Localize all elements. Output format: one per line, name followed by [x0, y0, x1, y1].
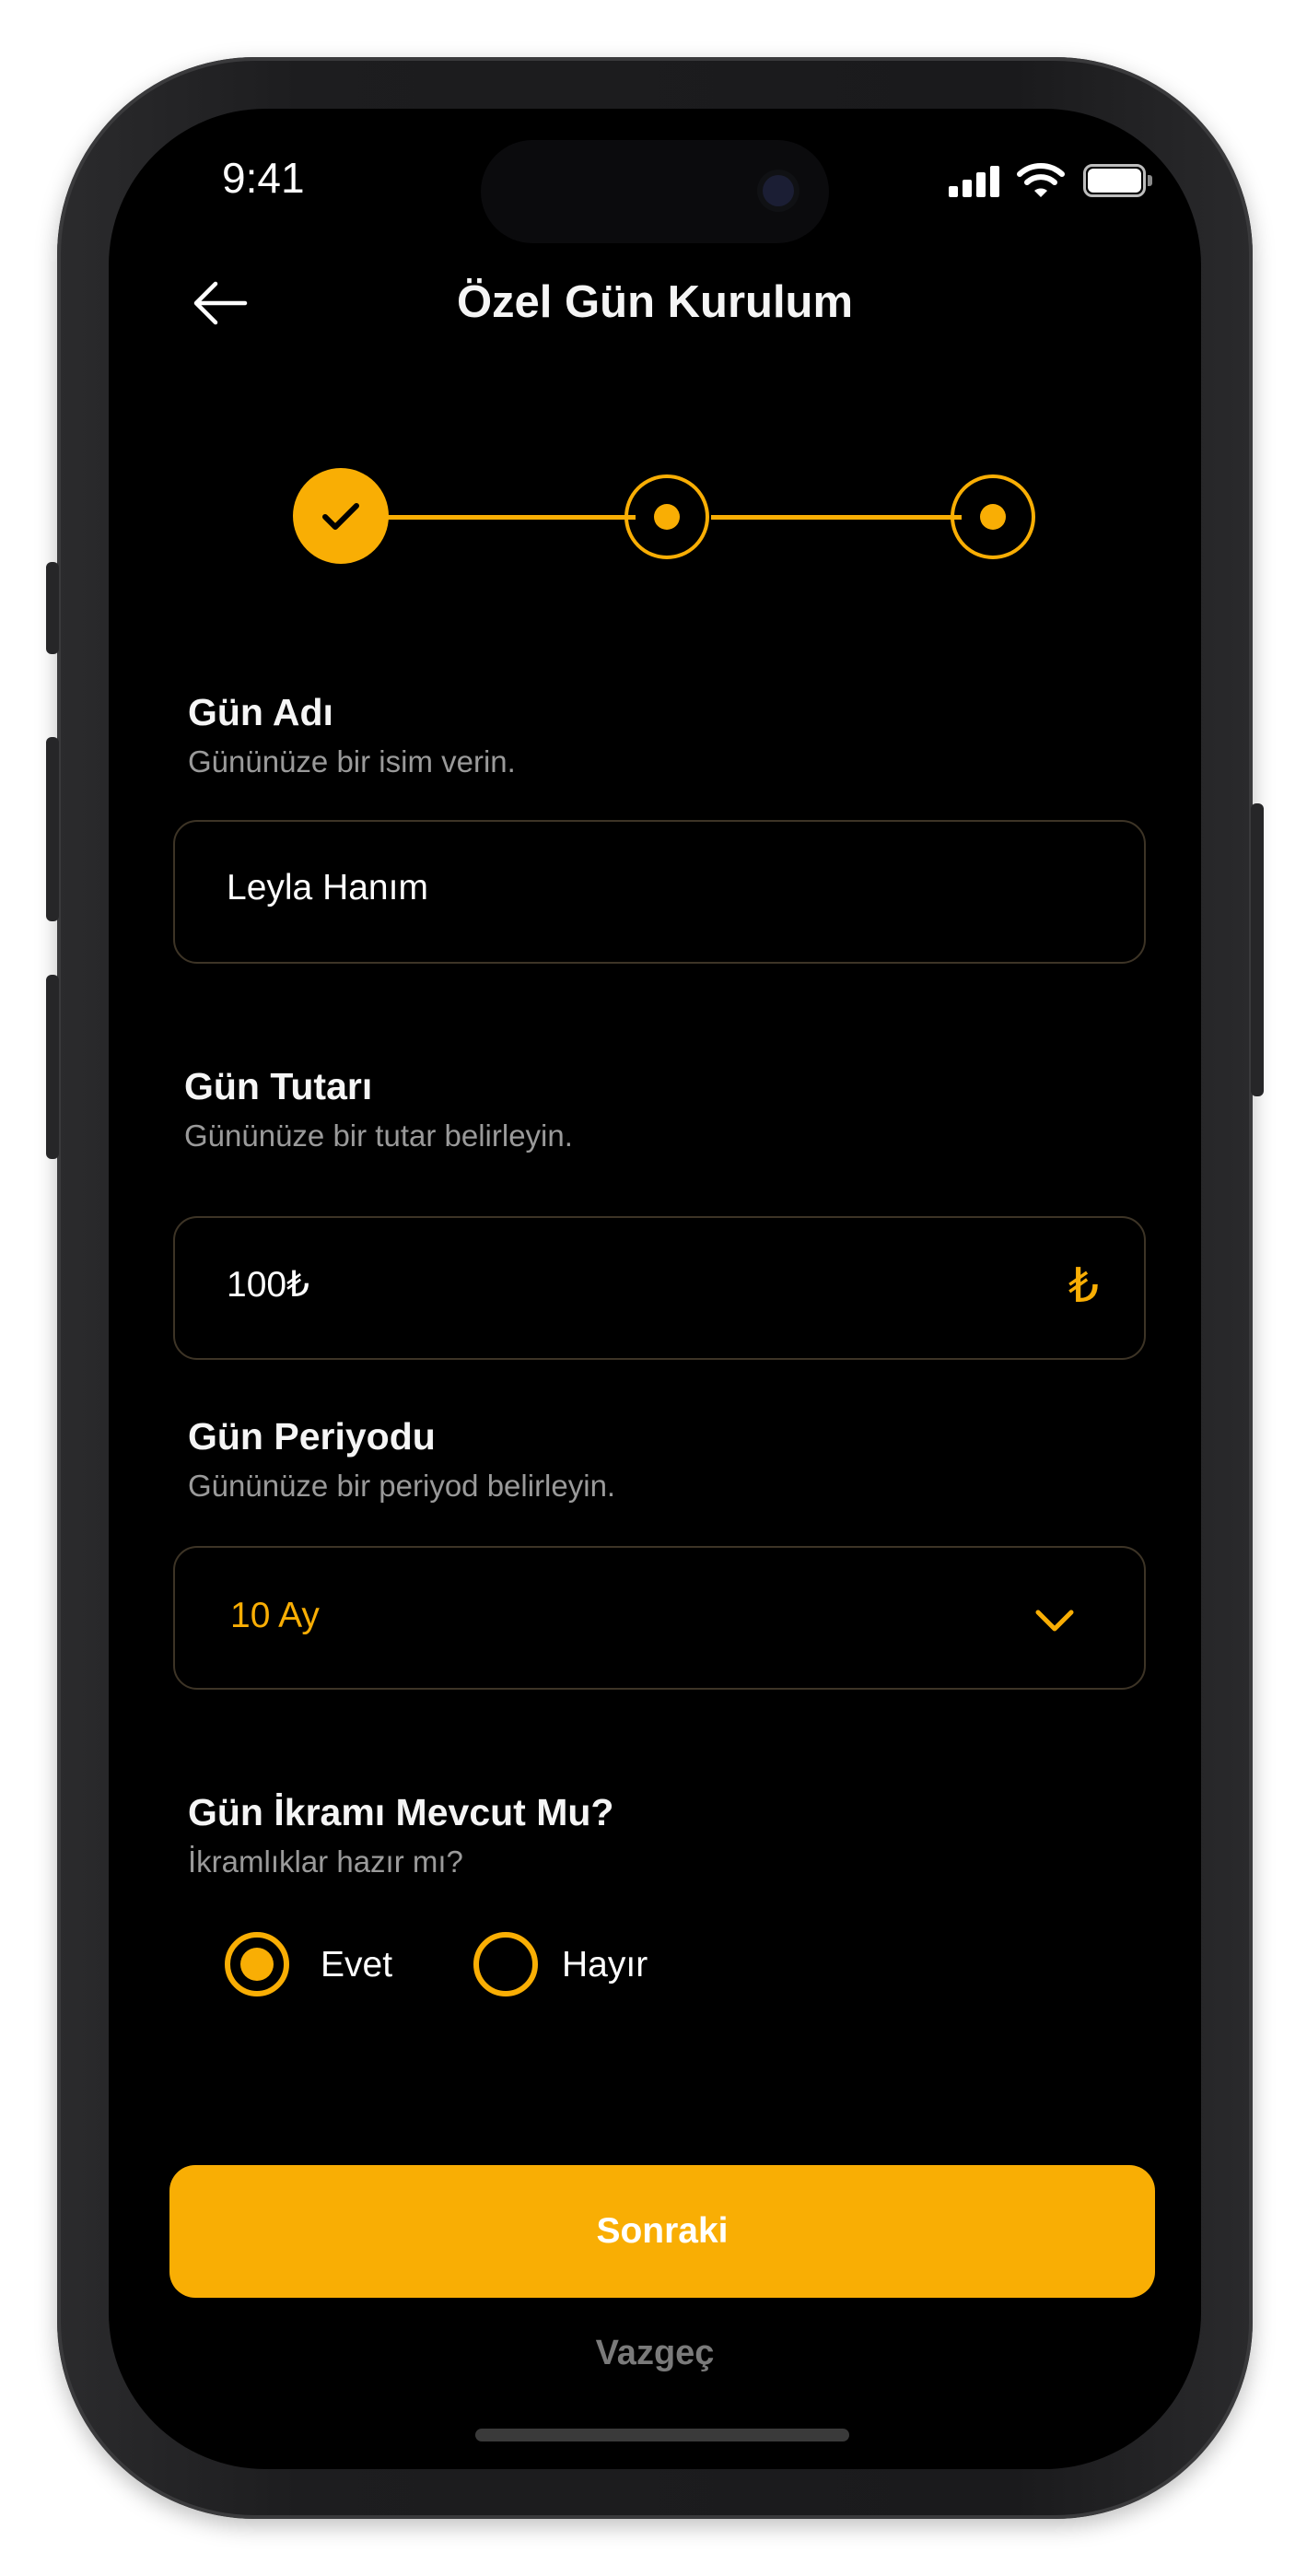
- radio-option-hayir[interactable]: Hayır: [473, 1932, 694, 2002]
- amount-input[interactable]: 100₺ ₺: [173, 1216, 1146, 1360]
- lira-icon: ₺: [1068, 1259, 1100, 1313]
- phone-screen: 9:41 Özel Gün Kurulum Gün Adı Gününüze b…: [109, 109, 1201, 2469]
- step-2: [624, 474, 709, 559]
- period-select-value: 10 Ay: [230, 1596, 320, 1635]
- side-button-action: [46, 562, 59, 654]
- wifi-icon: [1017, 163, 1065, 197]
- camera-icon: [763, 175, 794, 206]
- next-button[interactable]: Sonraki: [169, 2165, 1155, 2298]
- radio-evet[interactable]: [225, 1932, 289, 1996]
- radio-hayir[interactable]: [473, 1932, 538, 1996]
- battery-icon: [1083, 164, 1153, 197]
- period-label: Gün Periyodu: [188, 1415, 436, 1458]
- check-icon: [322, 503, 359, 530]
- side-button-volume-down: [46, 975, 59, 1159]
- chevron-down-icon: [1035, 1610, 1074, 1632]
- status-time: 9:41: [222, 154, 305, 202]
- name-input[interactable]: Leyla Hanım: [173, 820, 1146, 964]
- period-description: Gününüze bir periyod belirleyin.: [188, 1469, 616, 1503]
- amount-label: Gün Tutarı: [184, 1065, 373, 1107]
- radio-label-hayir: Hayır: [562, 1945, 648, 1985]
- step-connector-1: [385, 515, 636, 520]
- name-description: Gününüze bir isim verin.: [188, 744, 516, 779]
- radio-option-evet[interactable]: Evet: [225, 1932, 427, 2002]
- side-button-power: [1251, 803, 1264, 1096]
- amount-input-value: 100₺: [227, 1265, 309, 1305]
- name-label: Gün Adı: [188, 691, 333, 733]
- home-indicator: [475, 2429, 849, 2441]
- step-3: [951, 474, 1035, 559]
- period-select[interactable]: 10 Ay: [173, 1546, 1146, 1690]
- cancel-button[interactable]: Vazgeç: [109, 2334, 1201, 2373]
- radio-label-evet: Evet: [321, 1945, 393, 1985]
- page-title: Özel Gün Kurulum: [456, 277, 854, 327]
- treat-label: Gün İkramı Mevcut Mu?: [188, 1791, 614, 1833]
- side-button-volume-up: [46, 737, 59, 921]
- step-connector-2: [711, 515, 962, 520]
- treat-description: İkramlıklar hazır mı?: [188, 1844, 463, 1879]
- name-input-value: Leyla Hanım: [227, 868, 428, 907]
- amount-description: Gününüze bir tutar belirleyin.: [184, 1118, 573, 1153]
- signal-icon: [949, 166, 1000, 197]
- step-1-completed: [293, 468, 389, 564]
